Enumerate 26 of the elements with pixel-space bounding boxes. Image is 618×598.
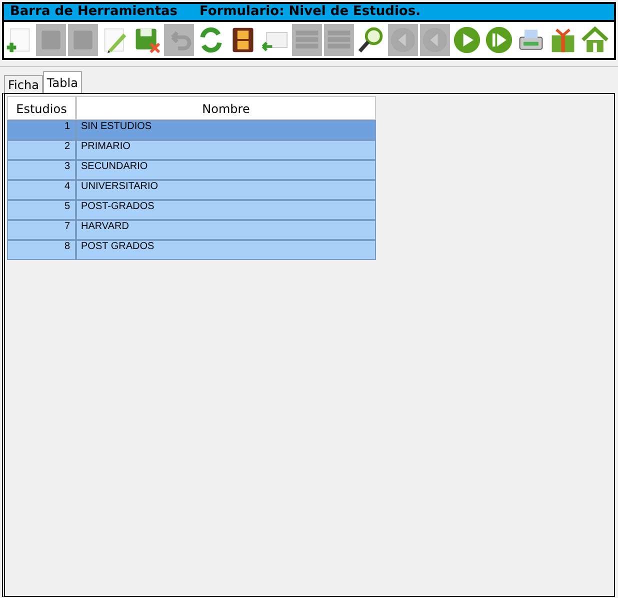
table-cell: SECUNDARIO (76, 160, 376, 180)
tab[interactable]: Tabla (42, 71, 82, 93)
column-header[interactable]: Nombre (76, 96, 376, 120)
form-title: Formulario: Nivel de Estudios. (200, 4, 421, 20)
table-cell: 8 (7, 240, 76, 260)
table-cell: HARVARD (76, 220, 376, 240)
column-header[interactable]: Estudios (7, 96, 76, 120)
table-cell: 2 (7, 140, 76, 160)
table-cell: POST GRADOS (76, 240, 376, 260)
play-icon (453, 25, 481, 55)
table-cell: UNIVERSITARIO (76, 180, 376, 200)
first-record-icon (389, 25, 417, 55)
table-cell: 3 (7, 160, 76, 180)
table-cell: PRIMARIO (76, 140, 376, 160)
tab[interactable]: Ficha (4, 75, 43, 93)
table-cell: 5 (7, 200, 76, 220)
table-cell: 4 (7, 180, 76, 200)
table-cell: 1 (7, 120, 76, 140)
table-cell: POST-GRADOS (76, 200, 376, 220)
previous-icon (421, 25, 449, 55)
table-cell: 7 (7, 220, 76, 240)
table-cell: SIN ESTUDIOS (76, 120, 376, 140)
home-icon (581, 25, 609, 55)
search-icon (357, 25, 385, 55)
last-record-icon (485, 25, 513, 55)
toolbar-title: Barra de Herramientas (10, 4, 178, 20)
